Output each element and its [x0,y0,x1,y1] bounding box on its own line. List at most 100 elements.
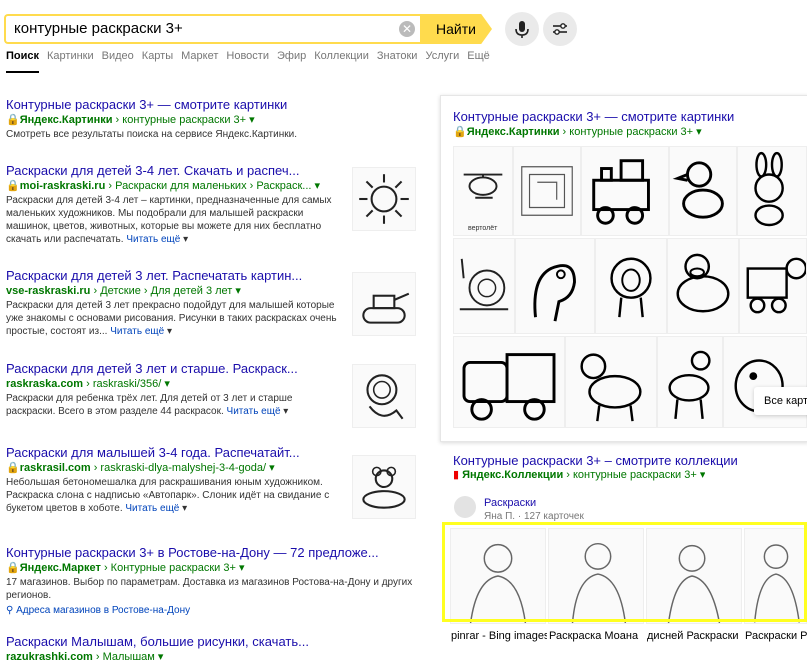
result-thumbnail[interactable] [352,455,416,519]
result-title[interactable]: Раскраски для малышей 3-4 года. Распечат… [6,445,344,461]
search-result: Раскраски для детей 3 лет и старше. Раск… [6,361,344,418]
image-tile[interactable] [667,238,739,334]
sun-drawing [359,174,409,224]
result-thumbnail[interactable] [352,272,416,336]
card-caption[interactable]: Раскраски Рапунцель... [745,630,807,642]
dinosaur-drawing [533,264,576,322]
search-result: Раскраски для малышей 3-4 года. Распечат… [6,445,344,515]
image-tile[interactable] [453,146,513,236]
image-tile[interactable] [513,146,581,236]
image-tile[interactable] [595,238,667,334]
lion-drawing [366,374,404,420]
panel-url[interactable]: 🔒Яндекс.Картинки › контурные раскраски 3… [453,125,702,140]
read-more-link[interactable]: Читать ещё [126,234,180,245]
image-tile[interactable] [737,146,807,236]
tab-collections[interactable]: Коллекции [314,50,369,62]
tab-news[interactable]: Новости [226,50,269,62]
lock-icon: 🔒 [6,462,20,474]
read-more-link[interactable]: Читать ещё [227,406,281,417]
lock-icon: 🔒 [6,180,20,192]
find-button[interactable]: Найти [420,14,492,44]
panel-title[interactable]: Контурные раскраски 3+ — смотрите картин… [453,109,734,124]
cow-drawing [676,253,730,313]
read-more-link[interactable]: Читать ещё [125,503,179,514]
truck-drawing [462,353,556,421]
tab-search[interactable]: Поиск [6,50,39,62]
search-result: Контурные раскраски 3+ — смотрите картин… [6,97,416,141]
image-tile[interactable] [581,146,669,236]
train-drawing [592,159,650,225]
result-url[interactable]: 🔒raskrasil.com › raskraski-dlya-malyshej… [6,461,344,476]
bunny-drawing [754,151,784,227]
tab-znatoki[interactable]: Знатоки [377,50,418,62]
search-input[interactable]: контурные раскраски 3+ [14,20,183,37]
card-caption[interactable]: Раскраска Моана [549,630,644,642]
result-snippet: Небольшая бетономешалка для раскрашивани… [6,477,330,514]
image-tile[interactable] [515,238,595,334]
result-url[interactable]: vse-raskraski.ru › Детские › Для детей 3… [6,284,344,299]
result-thumbnail[interactable] [352,167,416,231]
result-title[interactable]: Раскраски Малышам, большие рисунки, скач… [6,634,416,650]
result-url[interactable]: 🔒moi-raskraski.ru › Раскраски для малень… [6,179,344,194]
result-url[interactable]: 🔒Яндекс.Маркет › Контурные раскраски 3+ … [6,561,416,576]
collections-url[interactable]: ▮ Яндекс.Коллекции › контурные раскраски… [453,468,705,483]
store-address-link[interactable]: ⚲ Адреса магазинов в Ростове-на-Дону [6,604,416,617]
image-tile[interactable] [669,146,737,236]
sliders-icon [553,23,567,35]
tab-images[interactable]: Картинки [47,50,94,62]
helicopter-drawing [463,173,503,199]
result-thumbnail[interactable] [352,364,416,428]
pony-drawing [580,353,642,422]
microphone-button[interactable] [505,12,539,46]
result-title[interactable]: Контурные раскраски 3+ в Ростове-на-Дону… [6,545,416,561]
tab-services[interactable]: Услуги [425,50,459,62]
read-more-link[interactable]: Читать ещё [110,326,164,337]
board-name[interactable]: Раскраски [484,497,536,509]
all-images-button[interactable]: Все картинки [754,387,807,415]
image-tile[interactable] [453,336,565,428]
lock-icon: 🔒 [6,562,20,574]
result-snippet: Смотреть все результаты поиска на сервис… [6,129,297,140]
tab-more[interactable]: Ещё [467,50,490,62]
card-caption[interactable]: дисней Раскраски [647,630,742,642]
result-title[interactable]: Раскраски для детей 3 лет. Распечатать к… [6,268,344,284]
sheep-drawing [610,257,652,318]
tab-market[interactable]: Маркет [181,50,218,62]
result-snippet: 17 магазинов. Выбор по параметрам. Доста… [6,577,413,601]
search-result: Раскраски для детей 3-4 лет. Скачать и р… [6,163,344,246]
image-tile[interactable] [657,336,723,428]
lock-icon: 🔒 [6,114,20,126]
mouse-bowl-drawing [362,466,406,509]
yellow-highlight [442,522,807,622]
result-title[interactable]: Раскраски для детей 3 лет и старше. Раск… [6,361,344,377]
collections-title[interactable]: Контурные раскраски 3+ – смотрите коллек… [453,453,738,468]
tab-video[interactable]: Видео [102,50,134,62]
tab-efir[interactable]: Эфир [277,50,306,62]
search-result: Раскраски Малышам, большие рисунки, скач… [6,634,416,665]
result-title[interactable]: Контурные раскраски 3+ — смотрите картин… [6,97,416,113]
result-snippet: Раскраски для ребенка трёх лет. Для дете… [6,393,293,417]
search-result: Раскраски для детей 3 лет. Распечатать к… [6,268,344,338]
search-result: Контурные раскраски 3+ в Ростове-на-Дону… [6,545,416,617]
duck-drawing [672,161,724,219]
card-caption[interactable]: pinrar - Bing images [451,630,547,642]
cart-drawing [746,257,807,314]
clear-icon[interactable]: ✕ [399,21,415,37]
image-tile[interactable] [453,238,515,334]
maze-drawing [521,166,573,216]
result-url[interactable]: raskraska.com › raskraski/356/ ▾ [6,377,344,392]
filters-button[interactable] [543,12,577,46]
result-url[interactable]: 🔒Яндекс.Картинки › контурные раскраски 3… [6,113,416,128]
tab-maps[interactable]: Карты [142,50,173,62]
location-pin-icon: ⚲ [6,605,14,616]
result-title[interactable]: Раскраски для детей 3-4 лет. Скачать и р… [6,163,344,179]
result-snippet: Раскраски для детей 3-4 лет – картинки, … [6,195,332,245]
result-snippet: Раскраски для детей 3 лет прекрасно подо… [6,300,337,337]
bookmark-icon: ▮ [453,469,460,481]
avatar[interactable] [454,496,476,518]
image-label: вертолёт [468,225,498,232]
lock-icon: 🔒 [453,126,467,138]
image-tile[interactable] [739,238,807,334]
image-tile[interactable] [565,336,657,428]
tank-drawing [362,292,410,324]
